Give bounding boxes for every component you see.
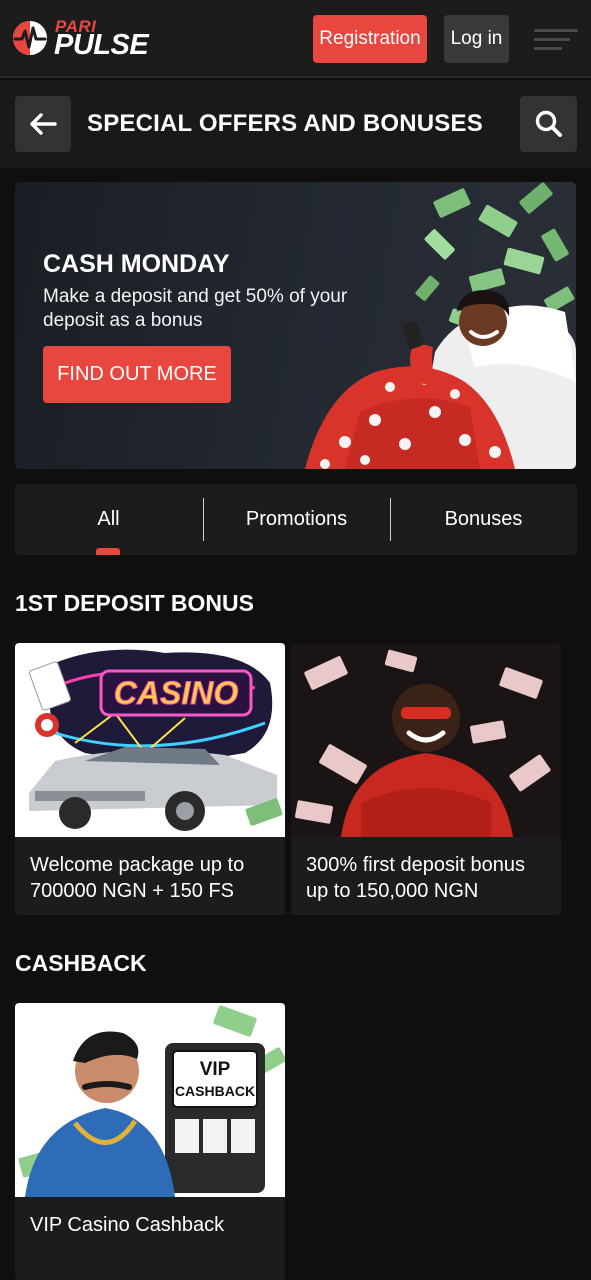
offer-card-label: VIP Casino Cashback	[30, 1214, 225, 1236]
registration-button[interactable]: Registration	[313, 15, 427, 63]
offer-card-label: 300% first deposit bonus up to 150,000 N…	[306, 854, 526, 902]
tab-promotions[interactable]: Promotions	[203, 484, 390, 555]
section-title-first-deposit: 1ST DEPOSIT BONUS	[15, 590, 254, 616]
logo-text-pulse: PULSE	[54, 29, 149, 61]
pulse-logo-icon	[13, 21, 47, 55]
active-tab-indicator	[96, 548, 120, 555]
menu-line	[534, 29, 578, 32]
page-header: SPECIAL OFFERS AND BONUSES	[0, 80, 591, 168]
tab-bonuses[interactable]: Bonuses	[390, 484, 577, 555]
svg-text:VIP: VIP	[200, 1059, 231, 1080]
cash-monday-banner[interactable]: CASH MONDAY Make a deposit and get 50% o…	[15, 182, 576, 469]
vip-cashback-image: VIP CASHBACK	[15, 1003, 285, 1197]
svg-text:CASHBACK: CASHBACK	[175, 1083, 255, 1099]
login-button[interactable]: Log in	[444, 15, 509, 63]
offer-card-welcome-package[interactable]: CASINO Welcome package up to 700000 NGN …	[15, 643, 285, 915]
casino-car-image: CASINO	[15, 643, 285, 837]
hero-description: Make a deposit and get 50% of your depos…	[43, 286, 348, 331]
offer-card-label: Welcome package up to 700000 NGN + 150 F…	[30, 854, 245, 902]
svg-text:CASINO: CASINO	[114, 675, 239, 711]
page-title: SPECIAL OFFERS AND BONUSES	[87, 110, 483, 137]
search-icon	[535, 110, 562, 137]
hero-title: CASH MONDAY	[43, 250, 230, 278]
pari-pulse-logo[interactable]: PARI PULSE	[12, 16, 172, 62]
find-out-more-button[interactable]: FIND OUT MORE	[43, 346, 231, 403]
offer-card-vip-cashback[interactable]: VIP CASHBACK VIP Casino Cashback	[15, 1003, 285, 1280]
hamburger-menu-icon[interactable]	[530, 24, 580, 56]
arrow-left-icon	[30, 113, 57, 135]
back-button[interactable]	[15, 96, 71, 152]
tab-all[interactable]: All	[15, 484, 202, 555]
search-button[interactable]	[520, 96, 577, 152]
section-title-cashback: CASHBACK	[15, 950, 147, 976]
slot-machine: VIP CASHBACK	[165, 1043, 265, 1193]
menu-line	[534, 47, 562, 50]
offer-filter-tabs: All Promotions Bonuses	[15, 484, 577, 555]
menu-line	[534, 38, 570, 41]
offer-card-first-deposit[interactable]: 300% first deposit bonus up to 150,000 N…	[291, 643, 561, 915]
top-bar: PARI PULSE Registration Log in	[0, 0, 591, 78]
money-man-image	[291, 643, 561, 837]
